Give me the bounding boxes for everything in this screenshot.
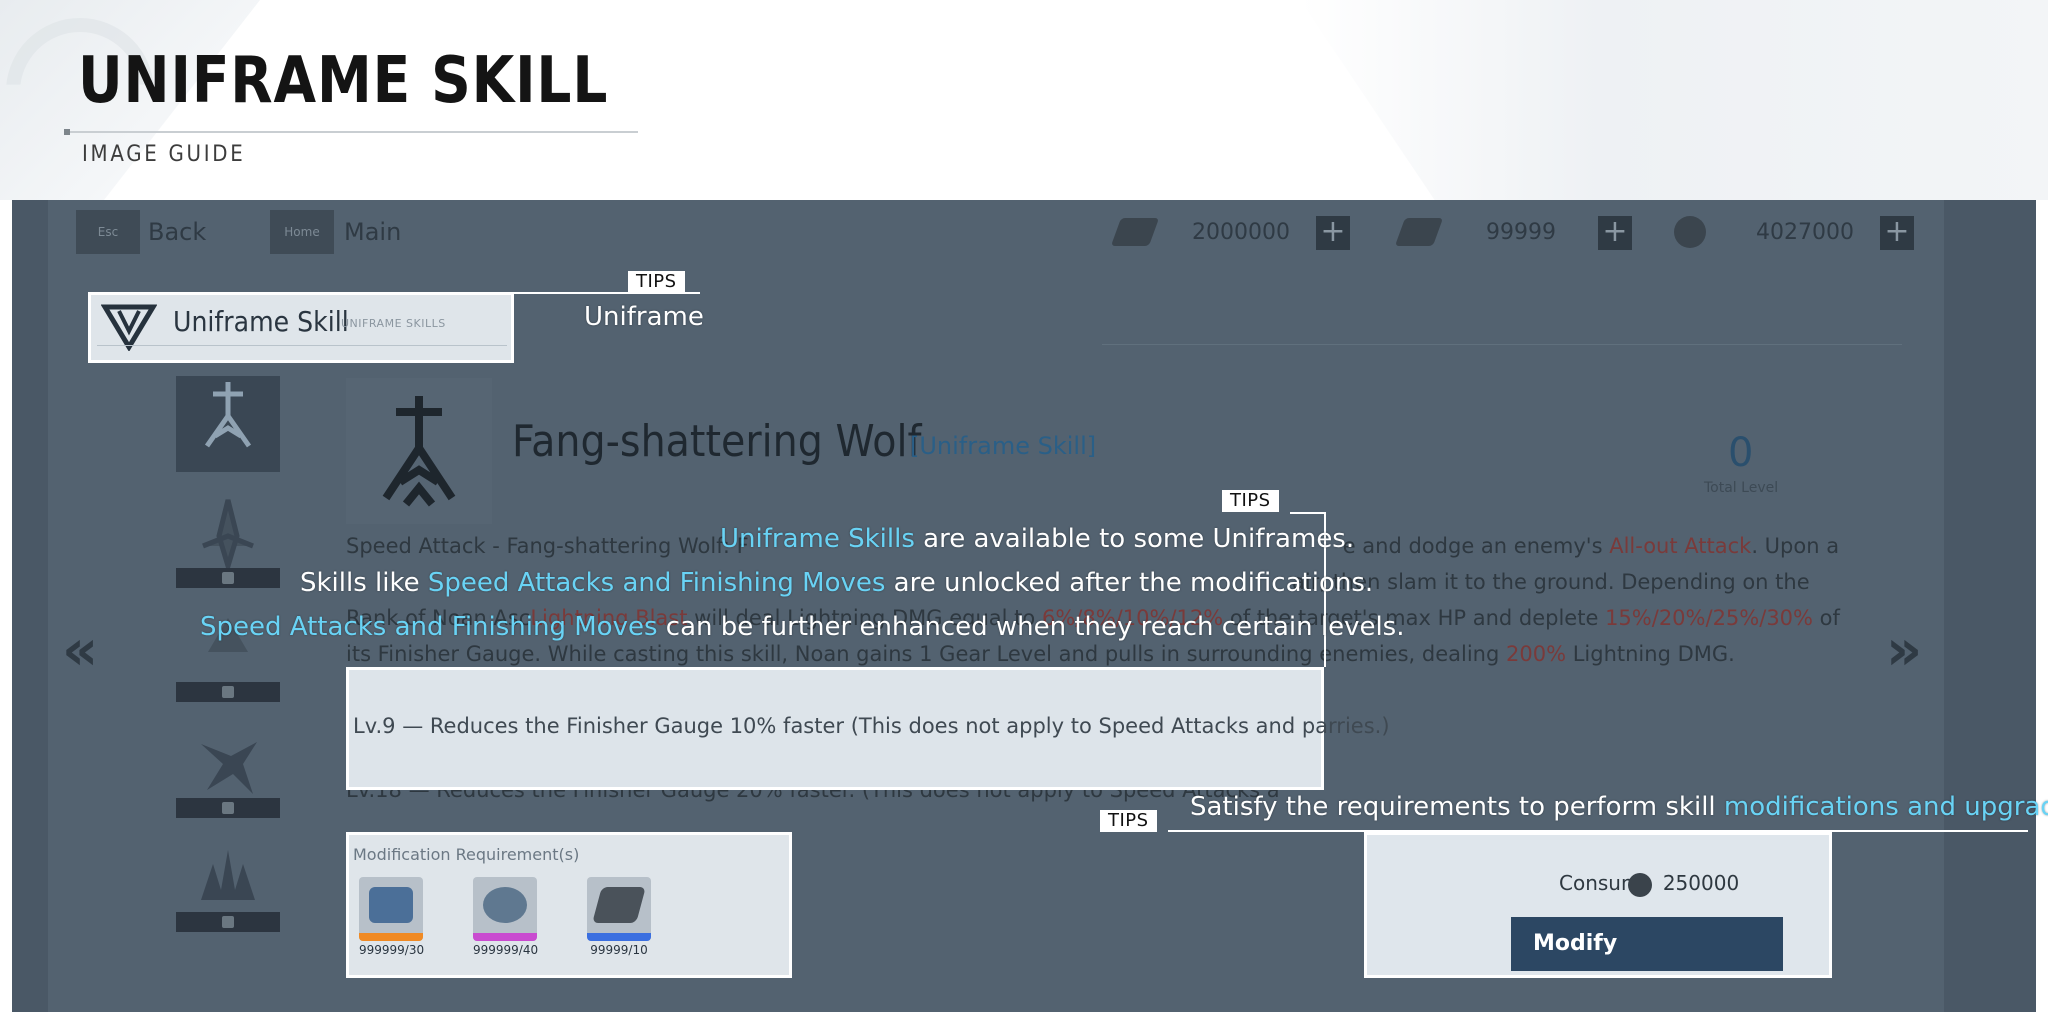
tip-2-line-3: Speed Attacks and Finishing Moves can be… (200, 612, 1405, 642)
modify-button[interactable]: Modify (1511, 917, 1783, 971)
slot-3-lock-icon (176, 682, 280, 702)
blade-skill-icon (202, 499, 254, 575)
modification-requirements-panel: Modification Requirement(s) 999999/30 99… (346, 832, 792, 978)
resource-3-value: 4027000 (1756, 220, 1854, 245)
coin-icon (1674, 216, 1706, 248)
add-resource-1-button[interactable]: + (1316, 216, 1350, 250)
back-button[interactable]: Back (148, 218, 206, 246)
level-9-effect-highlight: Lv.9 — Reduces the Finisher Gauge 10% fa… (346, 667, 1390, 790)
consume-cost: Consum 250000 (1559, 871, 1739, 897)
material-count: 999999/30 (359, 943, 425, 957)
material-count: 999999/40 (473, 943, 539, 957)
currency-card-icon (1110, 218, 1160, 246)
material-gear-icon (473, 877, 537, 941)
wolf-skill-icon (204, 382, 252, 448)
main-button[interactable]: Main (344, 218, 401, 246)
consume-value: 250000 (1662, 871, 1740, 895)
tip-3-tag: TIPS (1100, 810, 1157, 832)
modification-requirements-title: Modification Requirement(s) (353, 845, 580, 864)
material-plate-icon (587, 877, 651, 941)
skill-description-line-4: its Finisher Gauge. While casting this s… (346, 642, 1735, 666)
spike-skill-icon (201, 850, 255, 900)
material-item[interactable]: 999999/30 (359, 877, 425, 957)
header-decoration-right (1300, 0, 2048, 200)
material-core-icon (359, 877, 423, 941)
skill-portrait (346, 378, 492, 524)
burst-skill-icon (201, 742, 257, 794)
uniframe-skill-tab[interactable]: Uniframe Skill UNIFRAME SKILLS (88, 292, 514, 363)
tip-1-tag: TIPS (628, 271, 685, 293)
resource-2-value: 99999 (1486, 220, 1556, 245)
coin-icon (1628, 872, 1653, 897)
uniframe-tab-underline (97, 345, 507, 346)
slot-5-lock-icon (176, 912, 280, 932)
title-divider-marker (64, 129, 70, 135)
material-item[interactable]: 999999/40 (473, 877, 539, 957)
tip-3-connector (1168, 830, 2028, 832)
resource-1-value: 2000000 (1192, 220, 1290, 245)
title-divider (64, 131, 638, 133)
wolf-emblem-icon (382, 396, 456, 507)
previous-arrow-icon[interactable]: « (62, 618, 98, 683)
skill-type-tag: [Uniframe Skill] (910, 432, 1097, 460)
skill-name: Fang-shattering Wolf (512, 416, 922, 467)
skill-slot-4[interactable] (176, 734, 280, 834)
uniframe-skill-subtitle: UNIFRAME SKILLS (341, 317, 446, 330)
slot-4-lock-icon (176, 798, 280, 818)
material-count: 99999/10 (590, 943, 648, 957)
header-divider (1102, 344, 1902, 345)
total-level-value: 0 (1728, 430, 1754, 476)
tip-2-line-1: Uniframe Skills are available to some Un… (720, 524, 1355, 554)
esc-key-icon[interactable]: Esc (76, 210, 140, 254)
tip-2-line-2: Skills like Speed Attacks and Finishing … (300, 568, 1374, 598)
uniframe-skill-title: Uniframe Skill (173, 305, 349, 338)
next-arrow-icon[interactable]: » (1886, 618, 1922, 683)
skill-slot-1[interactable] (176, 376, 280, 472)
tip-2-tag: TIPS (1222, 490, 1279, 512)
game-topbar: Esc Back Home Main 2000000 + 99999 + 402… (12, 200, 2036, 264)
tip-3-text: Satisfy the requirements to perform skil… (1190, 792, 2048, 822)
home-key-icon[interactable]: Home (270, 210, 334, 254)
currency-chip-icon (1394, 218, 1444, 246)
page-subtitle: IMAGE GUIDE (82, 142, 246, 167)
level-9-effect: Lv.9 — Reduces the Finisher Gauge 10% fa… (353, 714, 1390, 738)
add-resource-3-button[interactable]: + (1880, 216, 1914, 250)
material-item[interactable]: 99999/10 (587, 877, 651, 957)
total-level-label: Total Level (1704, 480, 1779, 496)
tip-1-text: Uniframe (584, 302, 704, 332)
modify-panel: Consum 250000 Modify (1364, 832, 1832, 978)
tip-2-connector-top (1290, 512, 1326, 514)
uniframe-emblem-icon (101, 304, 157, 351)
add-resource-2-button[interactable]: + (1598, 216, 1632, 250)
slot-2-lock-icon (176, 568, 280, 588)
page-title: UNIFRAME SKILL (78, 44, 609, 118)
